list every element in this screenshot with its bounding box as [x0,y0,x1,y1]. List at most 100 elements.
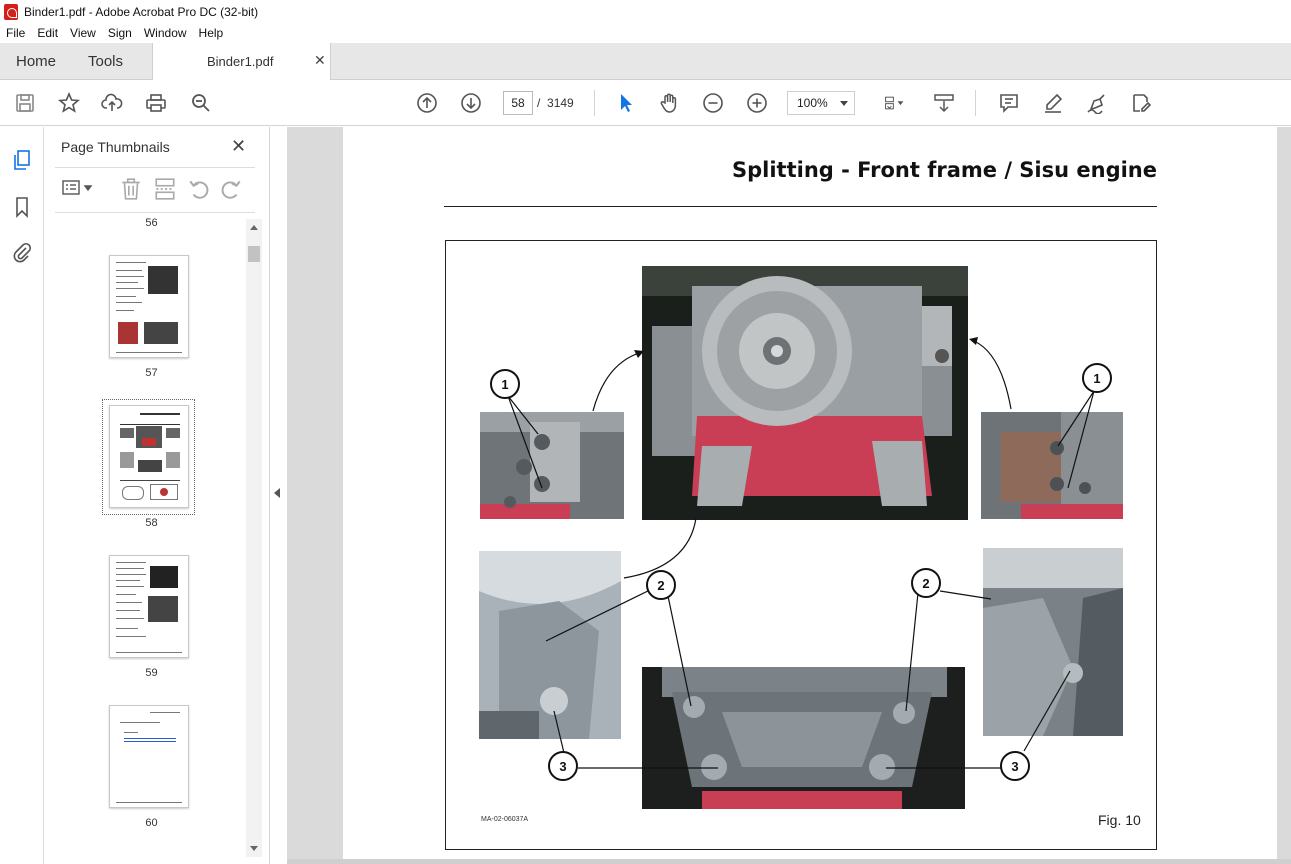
scroll-up-icon[interactable] [250,225,258,230]
zoom-in-icon[interactable] [745,91,769,115]
thumbnail-page-58[interactable] [109,405,189,508]
page-separator: / [537,96,541,110]
thumb-line [116,602,142,603]
callout-3-left: 3 [548,751,578,781]
thumb-line [116,352,182,353]
thumb-line [116,618,144,619]
thumb-line [120,424,180,425]
zoom-level-select[interactable]: 100% [787,91,855,115]
previous-page-icon[interactable] [415,91,439,115]
thumb-image [138,460,162,472]
thumb-line [116,282,138,283]
thumb-line [116,628,138,629]
thumb-line [116,610,140,611]
save-icon[interactable] [13,91,37,115]
thumb-image [160,488,168,496]
attachment-icon[interactable] [11,241,33,263]
menu-window[interactable]: Window [144,26,187,40]
close-icon[interactable]: ✕ [314,52,326,69]
thumb-line [116,586,144,587]
thumbnail-page-59[interactable] [109,555,189,658]
insert-page-icon[interactable] [153,177,177,201]
pdf-page: Splitting - Front frame / Sisu engine 1 … [343,127,1277,864]
thumbnail-list: 56 57 58 59 60 [45,213,270,864]
document-scroll-edge [287,859,1291,864]
page-layout-icon[interactable] [876,91,912,115]
menu-help[interactable]: Help [199,26,224,40]
select-cursor-icon[interactable] [614,91,638,115]
menu-sign[interactable]: Sign [108,26,132,40]
thumb-line [116,262,146,263]
thumbnail-options-icon[interactable] [61,177,95,201]
comment-icon[interactable] [997,91,1021,115]
thumbnail-label: 57 [145,367,158,379]
thumb-image [142,438,156,446]
callout-2-left: 2 [646,570,676,600]
thumb-line [150,712,180,713]
thumb-line [116,574,146,575]
title-bar: Binder1.pdf - Adobe Acrobat Pro DC (32-b… [0,0,1291,23]
menu-edit[interactable]: Edit [37,26,58,40]
document-viewport[interactable]: Splitting - Front frame / Sisu engine 1 … [287,127,1291,864]
upload-cloud-icon[interactable] [100,91,124,115]
thumbnail-label: 58 [145,517,158,529]
thumb-line [124,741,176,742]
page-number-input[interactable]: 58 [503,91,533,115]
tab-tools[interactable]: Tools [88,53,123,70]
thumb-line [116,270,142,271]
delete-page-icon[interactable] [119,177,143,201]
window-title: Binder1.pdf - Adobe Acrobat Pro DC (32-b… [24,4,259,19]
tab-bar: Home Tools Binder1.pdf ✕ [0,43,1291,80]
menu-view[interactable]: View [70,26,96,40]
thumb-line [116,296,136,297]
callout-1-right: 1 [1082,363,1112,393]
thumb-line [116,310,134,311]
heading-rule [444,206,1157,207]
thumb-line [116,276,144,277]
tab-document-label: Binder1.pdf [207,54,274,69]
chevron-down-icon [840,101,848,106]
hand-tool-icon[interactable] [657,91,681,115]
print-icon[interactable] [144,91,168,115]
acrobat-icon [4,3,18,20]
collapse-panel-icon[interactable] [274,488,280,498]
thumbnail-label: 56 [145,217,158,229]
menu-file[interactable]: File [6,26,25,40]
page-heading: Splitting - Front frame / Sisu engine [731,158,1157,182]
zoom-search-icon[interactable] [189,91,213,115]
thumb-line [120,480,180,481]
star-icon[interactable] [57,91,81,115]
scrollbar-thumb[interactable] [248,246,260,262]
zoom-out-icon[interactable] [701,91,725,115]
rotate-left-icon[interactable] [187,177,211,201]
next-page-icon[interactable] [459,91,483,115]
close-icon[interactable]: ✕ [231,136,246,157]
thumb-image [144,322,178,344]
thumb-image [122,486,144,500]
rotate-right-icon[interactable] [219,177,243,201]
panel-title: Page Thumbnails [61,139,170,155]
thumbnail-scrollbar[interactable] [246,219,262,857]
thumb-image [120,452,134,468]
callout-2-right: 2 [911,568,941,598]
scroll-down-icon[interactable] [250,846,258,851]
thumb-line [124,732,138,733]
thumb-image [148,596,178,622]
toolbar-divider [975,90,976,116]
draw-sign-icon[interactable] [1085,91,1109,115]
page-thumbnails-icon[interactable] [11,149,33,171]
thumbnail-page-60[interactable] [109,705,189,808]
tab-document[interactable]: Binder1.pdf ✕ [152,43,331,80]
scroll-mode-icon[interactable] [932,91,956,115]
thumb-line [116,288,144,289]
tab-home[interactable]: Home [16,53,56,70]
bookmark-icon[interactable] [11,196,33,218]
highlight-pen-icon[interactable] [1041,91,1065,115]
thumb-line [124,738,176,739]
callout-3-right: 3 [1000,751,1030,781]
thumb-line [116,580,140,581]
thumb-line [116,594,136,595]
figure-code: MA-02-06037A [481,816,529,823]
thumbnail-page-57[interactable] [109,255,189,358]
edit-document-icon[interactable] [1129,91,1153,115]
